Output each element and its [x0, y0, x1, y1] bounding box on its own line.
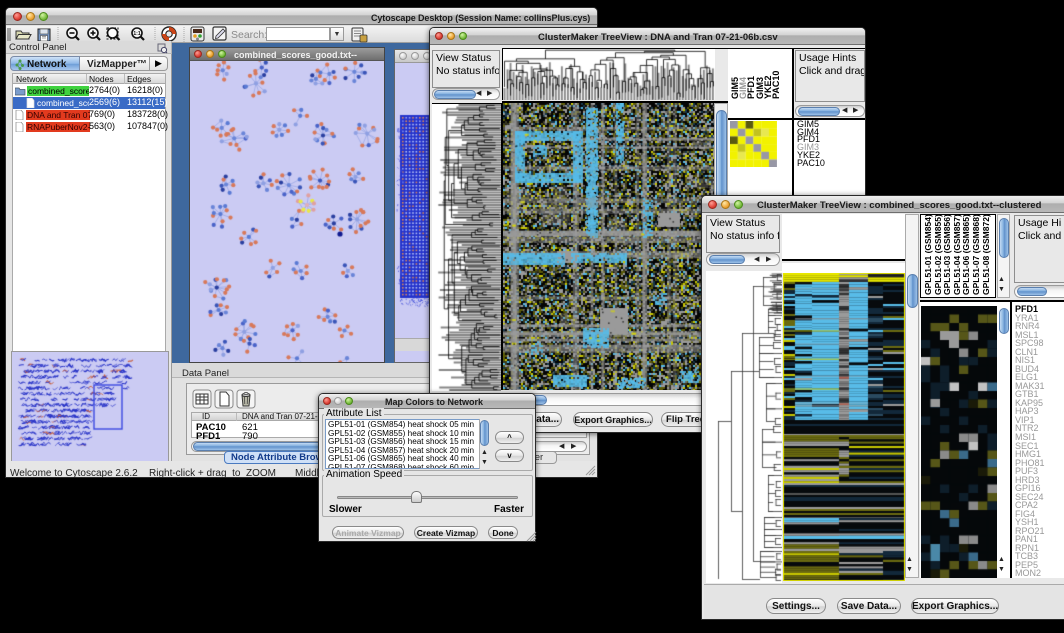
svg-text:1:1: 1:1: [133, 31, 140, 37]
